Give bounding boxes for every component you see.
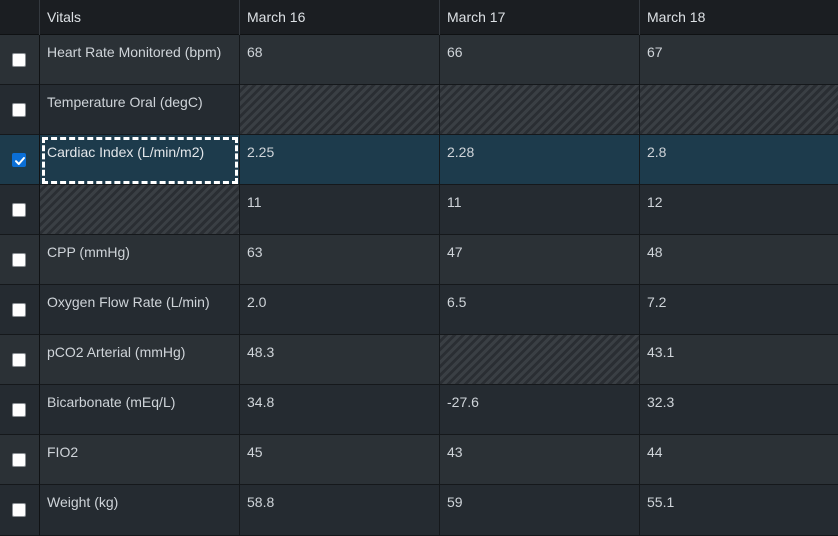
grid-header: Vitals March 16 March 17 March 18 — [0, 0, 838, 35]
value-cell[interactable]: 43.1 — [640, 335, 838, 385]
value-cell[interactable]: 59 — [440, 485, 640, 536]
value-cell[interactable]: -27.6 — [440, 385, 640, 435]
table-row: CPP (mmHg) 63 47 48 — [0, 235, 838, 285]
row-checkbox[interactable] — [12, 103, 26, 117]
vital-name-cell[interactable]: FIO2 — [40, 435, 240, 485]
value-cell[interactable]: 48 — [640, 235, 838, 285]
row-select-cell — [0, 435, 40, 485]
value-cell[interactable]: 2.0 — [240, 285, 440, 335]
row-checkbox[interactable] — [12, 353, 26, 367]
table-row: Temperature Oral (degC) — [0, 85, 838, 135]
value-cell[interactable]: 6.5 — [440, 285, 640, 335]
value-cell[interactable]: 48.3 — [240, 335, 440, 385]
row-checkbox[interactable] — [12, 53, 26, 67]
row-checkbox[interactable] — [12, 203, 26, 217]
checkmark-icon — [15, 157, 25, 165]
value-cell[interactable]: 63 — [240, 235, 440, 285]
row-select-cell — [0, 335, 40, 385]
row-checkbox[interactable] — [12, 503, 26, 517]
table-row-selected: 2.25 2.28 2.8 — [0, 135, 838, 185]
vital-name-cell[interactable]: Heart Rate Monitored (bpm) — [40, 35, 240, 85]
value-cell[interactable]: 68 — [240, 35, 440, 85]
value-cell[interactable]: 2.28 — [440, 135, 640, 185]
row-select-cell — [0, 35, 40, 85]
header-vitals[interactable]: Vitals — [40, 0, 240, 35]
row-select-cell — [0, 85, 40, 135]
value-cell[interactable]: 45 — [240, 435, 440, 485]
row-checkbox[interactable] — [12, 453, 26, 467]
value-cell[interactable]: 12 — [640, 185, 838, 235]
value-cell[interactable]: 32.3 — [640, 385, 838, 435]
value-cell[interactable]: 11 — [440, 185, 640, 235]
row-checkbox[interactable] — [12, 303, 26, 317]
value-cell[interactable]: 55.1 — [640, 485, 838, 536]
table-row: Bicarbonate (mEq/L) 34.8 -27.6 32.3 — [0, 385, 838, 435]
vital-name-cell[interactable]: CPP (mmHg) — [40, 235, 240, 285]
vital-name-cell-focused[interactable] — [40, 135, 240, 185]
empty-name-cell[interactable] — [40, 185, 240, 235]
vital-name-cell[interactable]: Oxygen Flow Rate (L/min) — [40, 285, 240, 335]
row-select-cell — [0, 135, 40, 185]
vital-name-cell[interactable]: pCO2 Arterial (mmHg) — [40, 335, 240, 385]
vital-name-cell[interactable]: Weight (kg) — [40, 485, 240, 536]
header-march-18[interactable]: March 18 — [640, 0, 838, 35]
row-checkbox[interactable] — [12, 403, 26, 417]
row-select-cell — [0, 385, 40, 435]
row-select-cell — [0, 285, 40, 335]
value-cell[interactable]: 34.8 — [240, 385, 440, 435]
table-row: FIO2 45 43 44 — [0, 435, 838, 485]
value-cell[interactable]: 47 — [440, 235, 640, 285]
header-march-17[interactable]: March 17 — [440, 0, 640, 35]
table-row: Heart Rate Monitored (bpm) 68 66 67 — [0, 35, 838, 85]
empty-value-cell[interactable] — [640, 85, 838, 135]
value-cell[interactable]: 43 — [440, 435, 640, 485]
value-cell[interactable]: 67 — [640, 35, 838, 85]
vital-name-cell[interactable]: Temperature Oral (degC) — [40, 85, 240, 135]
value-cell[interactable]: 2.25 — [240, 135, 440, 185]
table-row: Oxygen Flow Rate (L/min) 2.0 6.5 7.2 — [0, 285, 838, 335]
value-cell[interactable]: 44 — [640, 435, 838, 485]
value-cell[interactable]: 66 — [440, 35, 640, 85]
value-cell[interactable]: 58.8 — [240, 485, 440, 536]
row-select-cell — [0, 235, 40, 285]
header-select-cell — [0, 0, 40, 35]
value-cell[interactable]: 11 — [240, 185, 440, 235]
table-row: 11 11 12 — [0, 185, 838, 235]
table-row: pCO2 Arterial (mmHg) 48.3 43.1 — [0, 335, 838, 385]
row-select-cell — [0, 485, 40, 536]
empty-value-cell[interactable] — [440, 335, 640, 385]
vitals-grid: Vitals March 16 March 17 March 18 Heart … — [0, 0, 838, 536]
value-cell[interactable]: 2.8 — [640, 135, 838, 185]
empty-value-cell[interactable] — [240, 85, 440, 135]
value-cell[interactable]: 7.2 — [640, 285, 838, 335]
row-checkbox[interactable] — [12, 253, 26, 267]
row-select-cell — [0, 185, 40, 235]
row-checkbox-checked[interactable] — [12, 153, 26, 167]
header-march-16[interactable]: March 16 — [240, 0, 440, 35]
vital-name-cell[interactable]: Bicarbonate (mEq/L) — [40, 385, 240, 435]
empty-value-cell[interactable] — [440, 85, 640, 135]
table-row: Weight (kg) 58.8 59 55.1 — [0, 485, 838, 536]
